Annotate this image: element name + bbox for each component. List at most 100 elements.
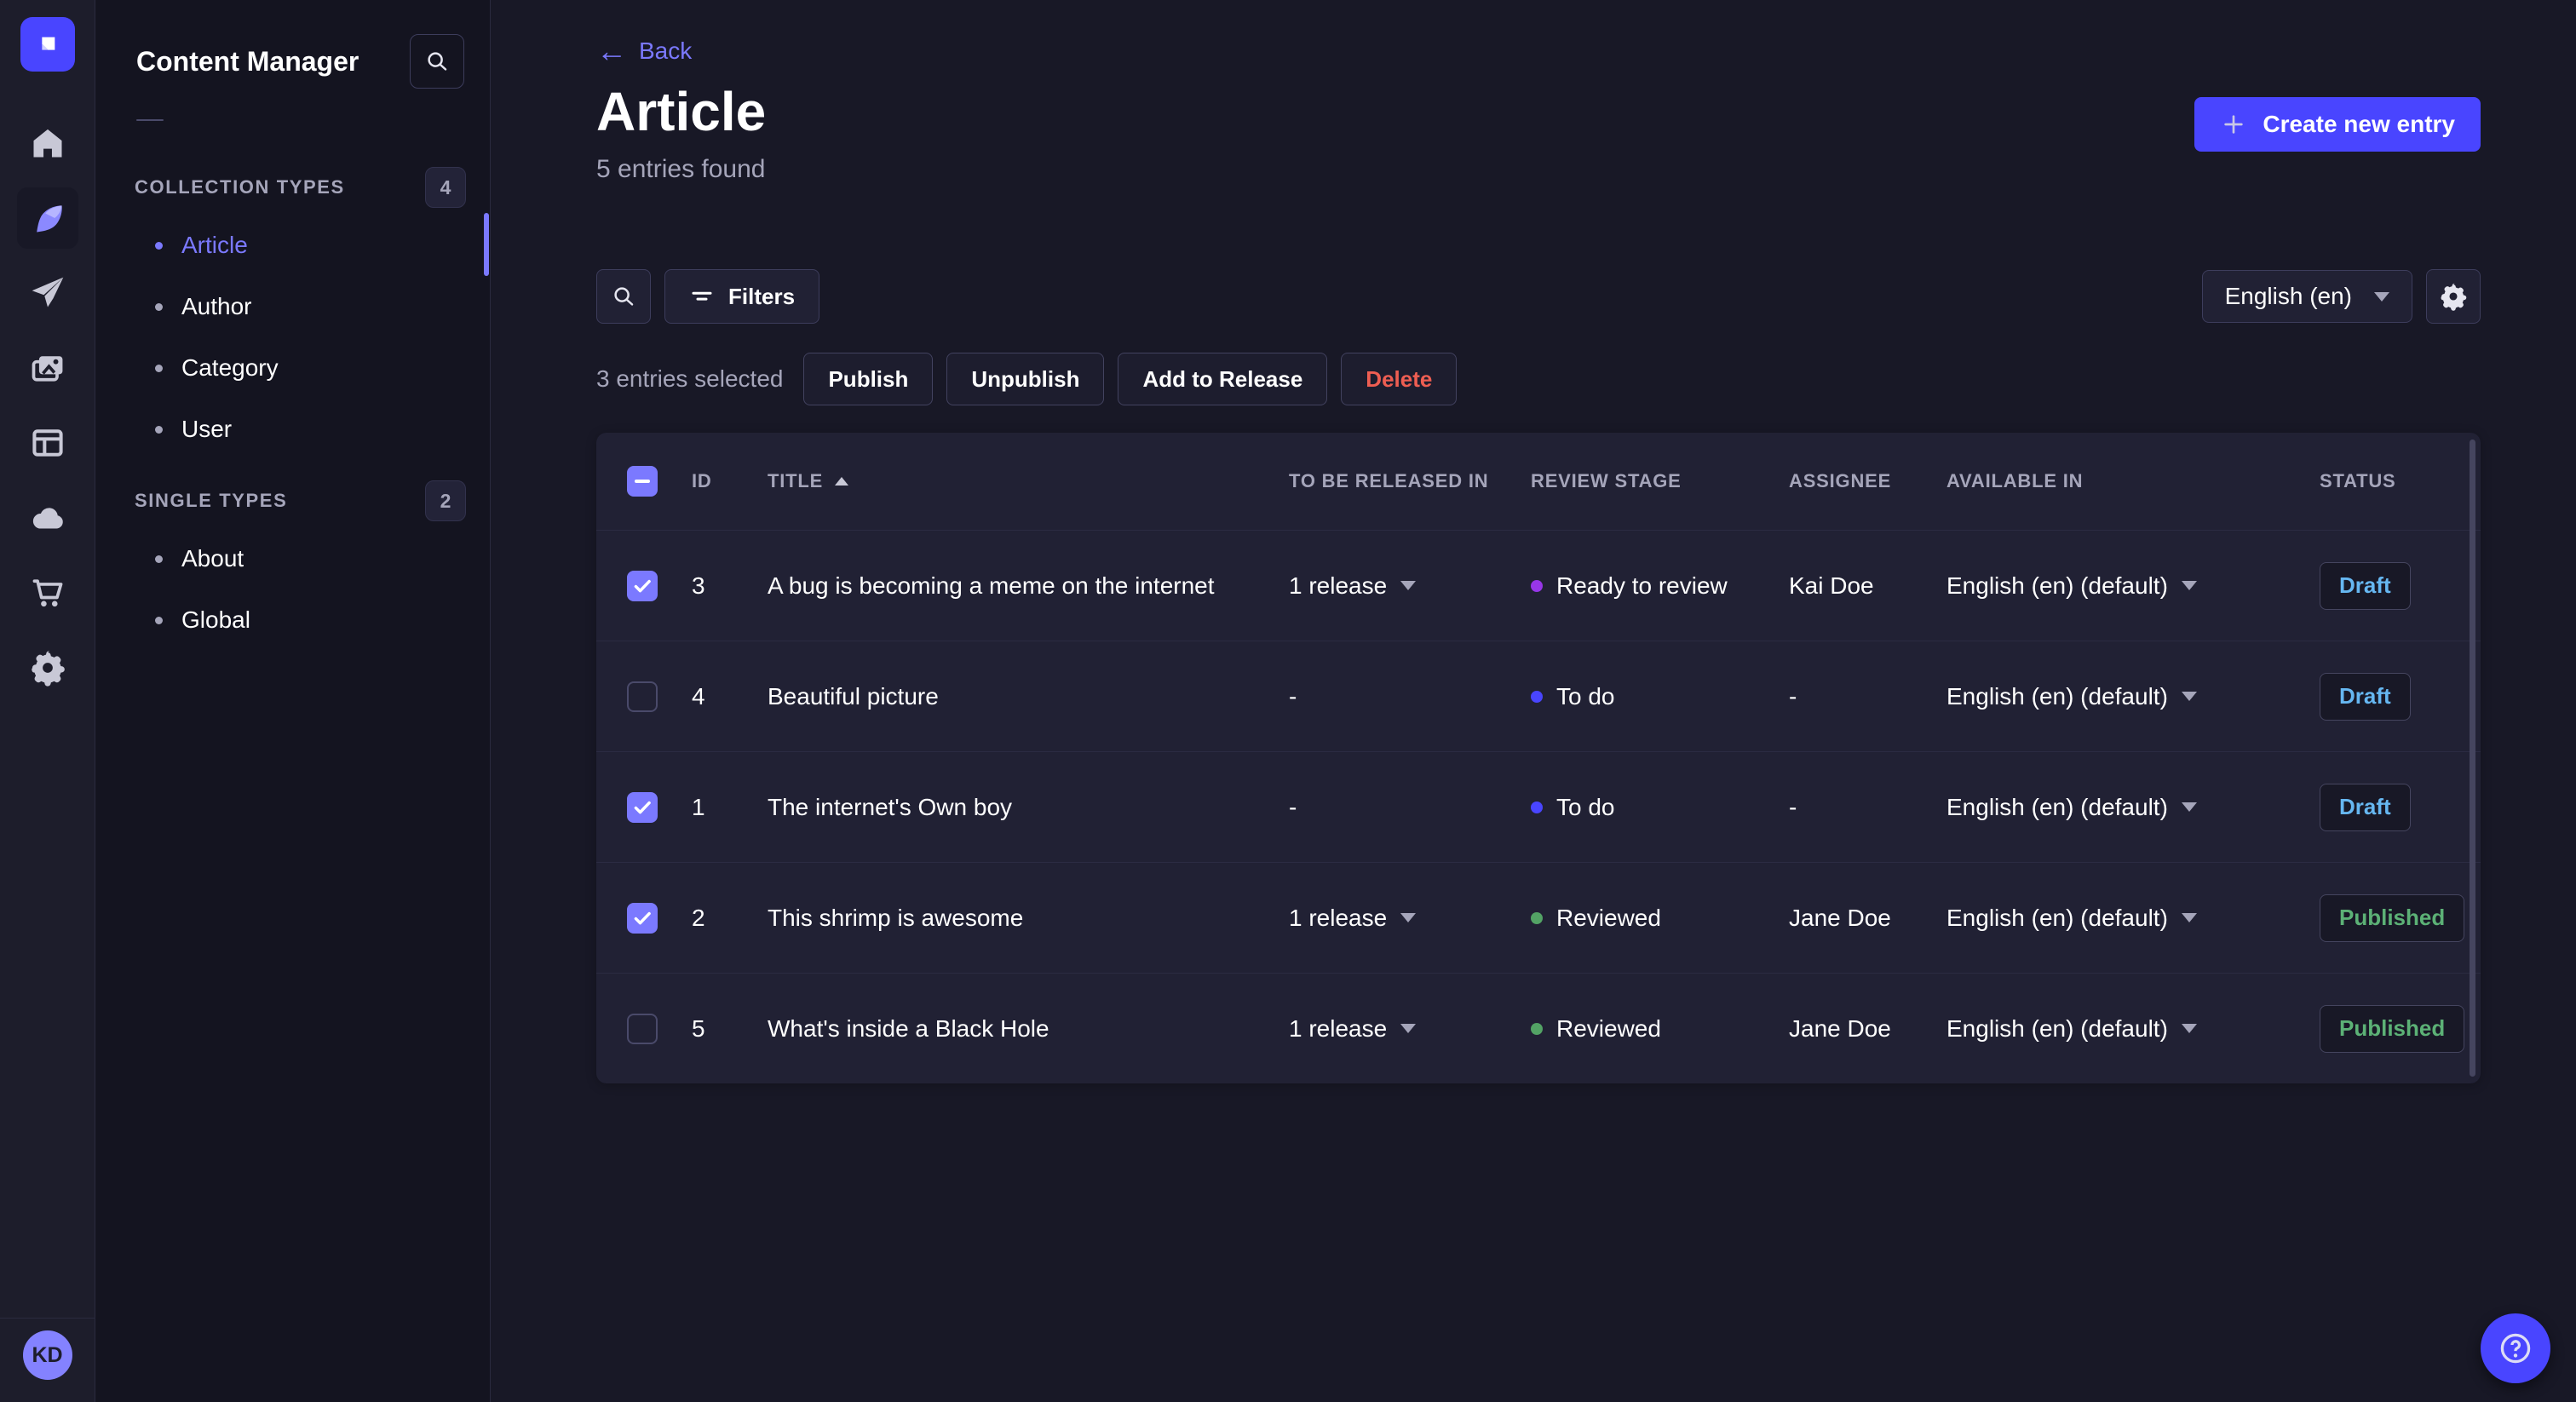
status-badge: Draft [2320,672,2411,721]
back-link[interactable]: ← Back [596,36,692,66]
delete-button[interactable]: Delete [1341,353,1458,405]
entries-count: 5 entries found [596,155,766,183]
row-checkbox[interactable] [627,902,658,934]
selection-summary: 3 entries selected [596,365,784,392]
row-select-cell [596,570,692,601]
create-new-entry-label: Create new entry [2263,111,2455,137]
status-badge: Published [2320,1004,2465,1053]
chevron-down-icon[interactable] [1400,581,1417,590]
unpublish-button[interactable]: Unpublish [946,353,1105,405]
cell-review-stage: To do [1531,683,1789,710]
column-header-label: TITLE [768,470,824,491]
sidebar-item-author[interactable]: Author [95,276,490,337]
stage-label: To do [1556,793,1615,820]
column-header-title[interactable]: TITLE [768,470,1289,492]
sidebar-section: COLLECTION TYPES 4 Article Author Category Us… [95,167,490,460]
cell-to-be-released-in: - [1289,794,1531,821]
entries-table: ID TITLE TO BE RELEASED IN REVIEW STAGE ASSI… [596,433,2481,1083]
cell-id: 3 [692,572,705,599]
table-row[interactable]: 2 This shrimp is awesome 1 release Reviewed… [596,862,2481,973]
sidebar-item-about[interactable]: About [95,528,490,589]
chevron-down-icon[interactable] [2181,913,2197,922]
media-library-icon[interactable] [17,337,78,399]
sort-ascending-icon [835,477,849,486]
column-header-id[interactable]: ID [692,470,768,492]
column-header-to-be-released-in[interactable]: TO BE RELEASED IN [1289,470,1531,492]
sidebar-items: About Global [95,528,490,651]
locale-label: English (en) (default) [1946,793,2168,820]
column-header-available-in[interactable]: AVAILABLE IN [1946,470,2320,492]
add-to-release-button[interactable]: Add to Release [1118,353,1328,405]
bullet-icon [155,425,163,434]
bullet-icon [155,554,163,563]
rail-footer: KD [0,1318,95,1402]
status-badge: Published [2320,893,2465,942]
select-all-cell [596,466,692,497]
cell-assignee: Jane Doe [1789,1014,1891,1042]
cloud-icon[interactable] [17,487,78,549]
table-row[interactable]: 3 A bug is becoming a meme on the interne… [596,530,2481,641]
section-label: SINGLE TYPES [135,490,288,511]
column-header-review-stage[interactable]: REVIEW STAGE [1531,470,1789,492]
search-button[interactable] [596,269,651,324]
table-row[interactable]: 5 What's inside a Black Hole 1 release Revi… [596,973,2481,1083]
cell-status: Draft [2320,561,2481,610]
section-header: COLLECTION TYPES 4 [95,167,490,208]
create-new-entry-button[interactable]: Create new entry [2194,97,2481,152]
row-checkbox[interactable] [627,570,658,601]
cell-status: Published [2320,1004,2481,1053]
settings-icon[interactable] [17,637,78,698]
stage-label: Reviewed [1556,1014,1661,1042]
strapi-logo[interactable] [20,17,75,72]
sidebar-item-article[interactable]: Article [95,215,490,276]
column-header-status[interactable]: STATUS [2320,470,2481,492]
strapi-logo-glyph [41,37,55,50]
table-row[interactable]: 4 Beautiful picture - To do - English (en) (d… [596,641,2481,751]
filters-label: Filters [728,283,796,309]
help-button[interactable] [2481,1313,2550,1383]
sidebar-item-category[interactable]: Category [95,337,490,399]
chevron-down-icon[interactable] [2181,692,2197,701]
sidebar-search-button[interactable] [410,34,464,89]
chevron-down-icon[interactable] [2181,802,2197,812]
cell-status: Draft [2320,783,2481,831]
status-badge: Draft [2320,783,2411,831]
chevron-down-icon[interactable] [1400,1024,1417,1033]
content-manager-icon[interactable] [16,187,78,249]
row-checkbox[interactable] [627,1013,658,1044]
locale-select[interactable]: English (en) [2201,270,2412,323]
stage-dot-icon [1531,911,1543,924]
cell-assignee: - [1789,793,1797,820]
view-settings-button[interactable] [2426,269,2481,324]
cell-title: The internet's Own boy [768,793,1013,820]
sidebar-item-global[interactable]: Global [95,589,490,651]
user-avatar[interactable]: KD [22,1330,72,1380]
marketplace-icon[interactable] [17,562,78,623]
cell-title: A bug is becoming a meme on the internet [768,572,1215,599]
home-icon[interactable] [17,112,78,174]
stage-dot-icon [1531,1022,1543,1035]
column-header-label: STATUS [2320,470,2396,491]
table-row[interactable]: 1 The internet's Own boy - To do - English (e… [596,751,2481,862]
sidebar-item-user[interactable]: User [95,399,490,460]
chevron-down-icon[interactable] [2181,581,2197,590]
chevron-down-icon[interactable] [2181,1024,2197,1033]
content-type-builder-icon[interactable] [17,412,78,474]
content-manager-sidebar: Content Manager COLLECTION TYPES 4 Article… [95,0,491,1402]
publish-button[interactable]: Publish [803,353,934,405]
chevron-down-icon[interactable] [1400,913,1417,922]
column-header-assignee[interactable]: ASSIGNEE [1789,470,1946,492]
filters-button[interactable]: Filters [664,269,820,324]
stage-label: To do [1556,682,1615,710]
row-checkbox[interactable] [627,681,658,712]
row-checkbox[interactable] [627,791,658,823]
select-all-checkbox[interactable] [627,466,658,497]
bullet-icon [155,241,163,250]
table-scrollbar[interactable] [2470,440,2475,1077]
bullet-icon [155,302,163,311]
sidebar-scrollbar-thumb[interactable] [484,213,489,276]
sidebar-divider [136,119,164,121]
section-label: COLLECTION TYPES [135,176,345,198]
releases-icon[interactable] [17,262,78,324]
row-select-cell [596,791,692,823]
